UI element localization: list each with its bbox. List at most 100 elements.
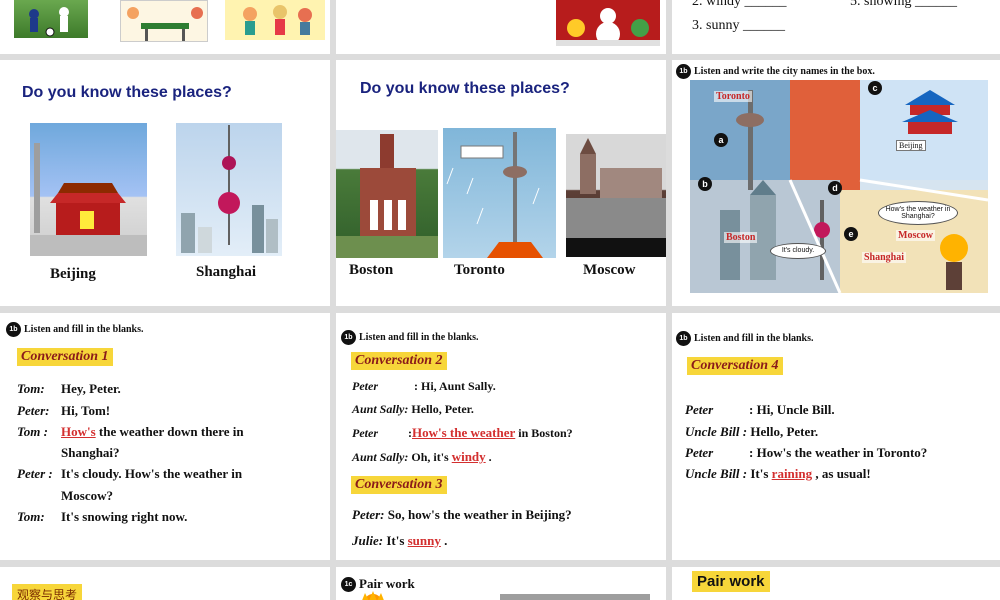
speaker: Peter:: [17, 403, 50, 418]
label-beijing: Beijing: [896, 140, 926, 151]
speech-bubble-cloudy: It's cloudy.: [770, 243, 826, 259]
slide-places-world: Do you know these places? Boston Toronto…: [336, 60, 666, 306]
utterance: So, how's the weather in Beijing?: [387, 507, 572, 522]
answer-blank[interactable]: raining: [772, 466, 812, 481]
speaker: Peter: [685, 445, 714, 460]
marker-a: a: [714, 133, 728, 147]
speaker: Aunt Sally:: [352, 402, 409, 416]
speaker: Tom:: [17, 381, 45, 396]
dialog-line: Peter : It's cloudy. How's the weather in: [17, 466, 242, 482]
conversation-title: Conversation 3: [351, 476, 447, 494]
dialog-line: Aunt Sally: Oh, it's windy .: [352, 449, 492, 465]
utterance: It's snowing right now.: [61, 509, 188, 524]
slide-top-middle: [336, 0, 666, 54]
label-toronto: Toronto: [714, 91, 752, 102]
slide-city-map: 1b Listen and write the city names in the…: [672, 60, 1000, 306]
exercise-item-3: 3. sunny ______: [692, 18, 785, 34]
dialog-line: Peter: How's the weather in Toronto?: [685, 445, 927, 461]
label-shanghai: Shanghai: [862, 252, 907, 263]
utterance: the weather down there in: [98, 424, 244, 439]
slide-conversation-1: 1b Listen and fill in the blanks. Convers…: [0, 313, 330, 560]
instruction-text: Listen and fill in the blanks.: [359, 332, 479, 343]
marker-c: c: [868, 81, 882, 95]
utterance: Hey, Peter.: [61, 381, 121, 396]
dialog-line: Peter: Hi, Tom!: [17, 403, 110, 419]
slide-conversation-4: 1b Listen and fill in the blanks. Convers…: [672, 313, 1000, 560]
slide-conversation-2-3: 1b Listen and fill in the blanks. Convers…: [336, 313, 666, 560]
soccer-photo: [14, 0, 88, 38]
dialog-line: Peter: Hi, Aunt Sally.: [352, 379, 496, 394]
caption-beijing: Beijing: [50, 266, 96, 282]
caption-boston: Boston: [349, 262, 394, 278]
speaker: Peter :: [17, 466, 53, 481]
speech-bubble-weather: How's the weather in Shanghai?: [878, 201, 958, 225]
utterance: Hi, Tom!: [61, 403, 111, 418]
marker-d: d: [828, 181, 842, 195]
answer-blank[interactable]: ______: [915, 0, 957, 9]
answer-blank[interactable]: windy: [452, 449, 486, 464]
tiananmen-photo: [30, 123, 147, 256]
instruction-text: Listen and fill in the blanks.: [24, 324, 144, 335]
utterance-prefix: It's: [750, 466, 769, 481]
speaker: Uncle Bill :: [685, 466, 748, 481]
item-label: 3. sunny: [692, 18, 740, 33]
utterance: Moscow?: [61, 488, 113, 503]
slide-top-right: 2. windy ______ 5. snowing ______ 3. sun…: [672, 0, 1000, 54]
item-label: 5. snowing: [850, 0, 912, 9]
utterance: , as usual!: [815, 466, 871, 481]
speaker: Peter:: [352, 507, 385, 522]
exercise-item-5: 5. snowing ______: [850, 0, 957, 10]
dialog-line: Uncle Bill : Hello, Peter.: [685, 424, 818, 440]
slide-places-china: Do you know these places? Beijing Shangh…: [0, 60, 330, 306]
utterance: in Boston?: [518, 426, 573, 440]
snowman-cartoon: [556, 0, 660, 46]
utterance: .: [444, 533, 448, 548]
conversation-title: Conversation 4: [687, 357, 783, 375]
utterance: It's cloudy. How's the weather in: [61, 466, 243, 481]
dialog-line: Moscow?: [61, 488, 113, 504]
speaker: Peter: [352, 379, 378, 393]
answer-blank[interactable]: How's the weather: [412, 425, 515, 440]
instruction-text: Listen and write the city names in the b…: [694, 66, 875, 77]
instruction: 1b Listen and fill in the blanks.: [6, 322, 143, 337]
utterance: Hello, Peter.: [750, 424, 819, 439]
exercise-badge: 1b: [676, 64, 691, 79]
answer-blank[interactable]: ______: [743, 18, 785, 33]
exercise-badge: 1b: [676, 331, 691, 346]
cn-tower-rain-icon: [446, 132, 543, 258]
conversation-title: Conversation 1: [17, 348, 113, 366]
dialog-line: Tom : How's the weather down there in: [17, 424, 244, 440]
dialog-line: Shanghai?: [61, 445, 120, 461]
speaker: Julie:: [352, 533, 384, 548]
answer-blank[interactable]: How's: [61, 424, 96, 439]
tiananmen-icon: [30, 143, 147, 256]
weather-map-illustration: Toronto Beijing Boston Moscow Shanghai a…: [690, 80, 988, 293]
instruction: 1b Listen and fill in the blanks.: [341, 330, 478, 345]
oriental-pearl-photo: [176, 123, 282, 256]
answer-blank[interactable]: sunny: [408, 533, 441, 548]
dialog-line: Aunt Sally: Hello, Peter.: [352, 402, 474, 417]
answer-blank[interactable]: ______: [745, 0, 787, 9]
utterance: Shanghai?: [61, 445, 120, 460]
table-tennis-icon: [127, 7, 203, 41]
caption-moscow: Moscow: [583, 262, 636, 278]
utterance: .: [488, 450, 492, 464]
dialog-line: Peter: So, how's the weather in Beijing?: [352, 507, 572, 523]
speaker: Peter: [352, 426, 378, 440]
dialog-line: Peter: Hi, Uncle Bill.: [685, 402, 835, 418]
moscow-photo: [566, 134, 666, 257]
marker-e: e: [844, 227, 858, 241]
kids-cartoon: [225, 0, 325, 40]
caption-shanghai: Shanghai: [196, 264, 257, 280]
marker-b: b: [698, 177, 712, 191]
dialog-line: Tom: It's snowing right now.: [17, 509, 187, 525]
exercise-item-2: 2. windy ______: [692, 0, 787, 10]
oriental-pearl-tower-icon: [181, 125, 278, 253]
instruction: 1b Listen and write the city names in the…: [676, 64, 875, 79]
weather-picture: [500, 594, 650, 600]
utterance: Hello, Peter.: [411, 402, 474, 416]
dialog-line: Julie: It's sunny .: [352, 533, 447, 549]
slide-bottom-right: Pair work: [672, 567, 1000, 600]
dialog-line: Tom: Hey, Peter.: [17, 381, 121, 397]
utterance-prefix: It's: [386, 533, 405, 548]
